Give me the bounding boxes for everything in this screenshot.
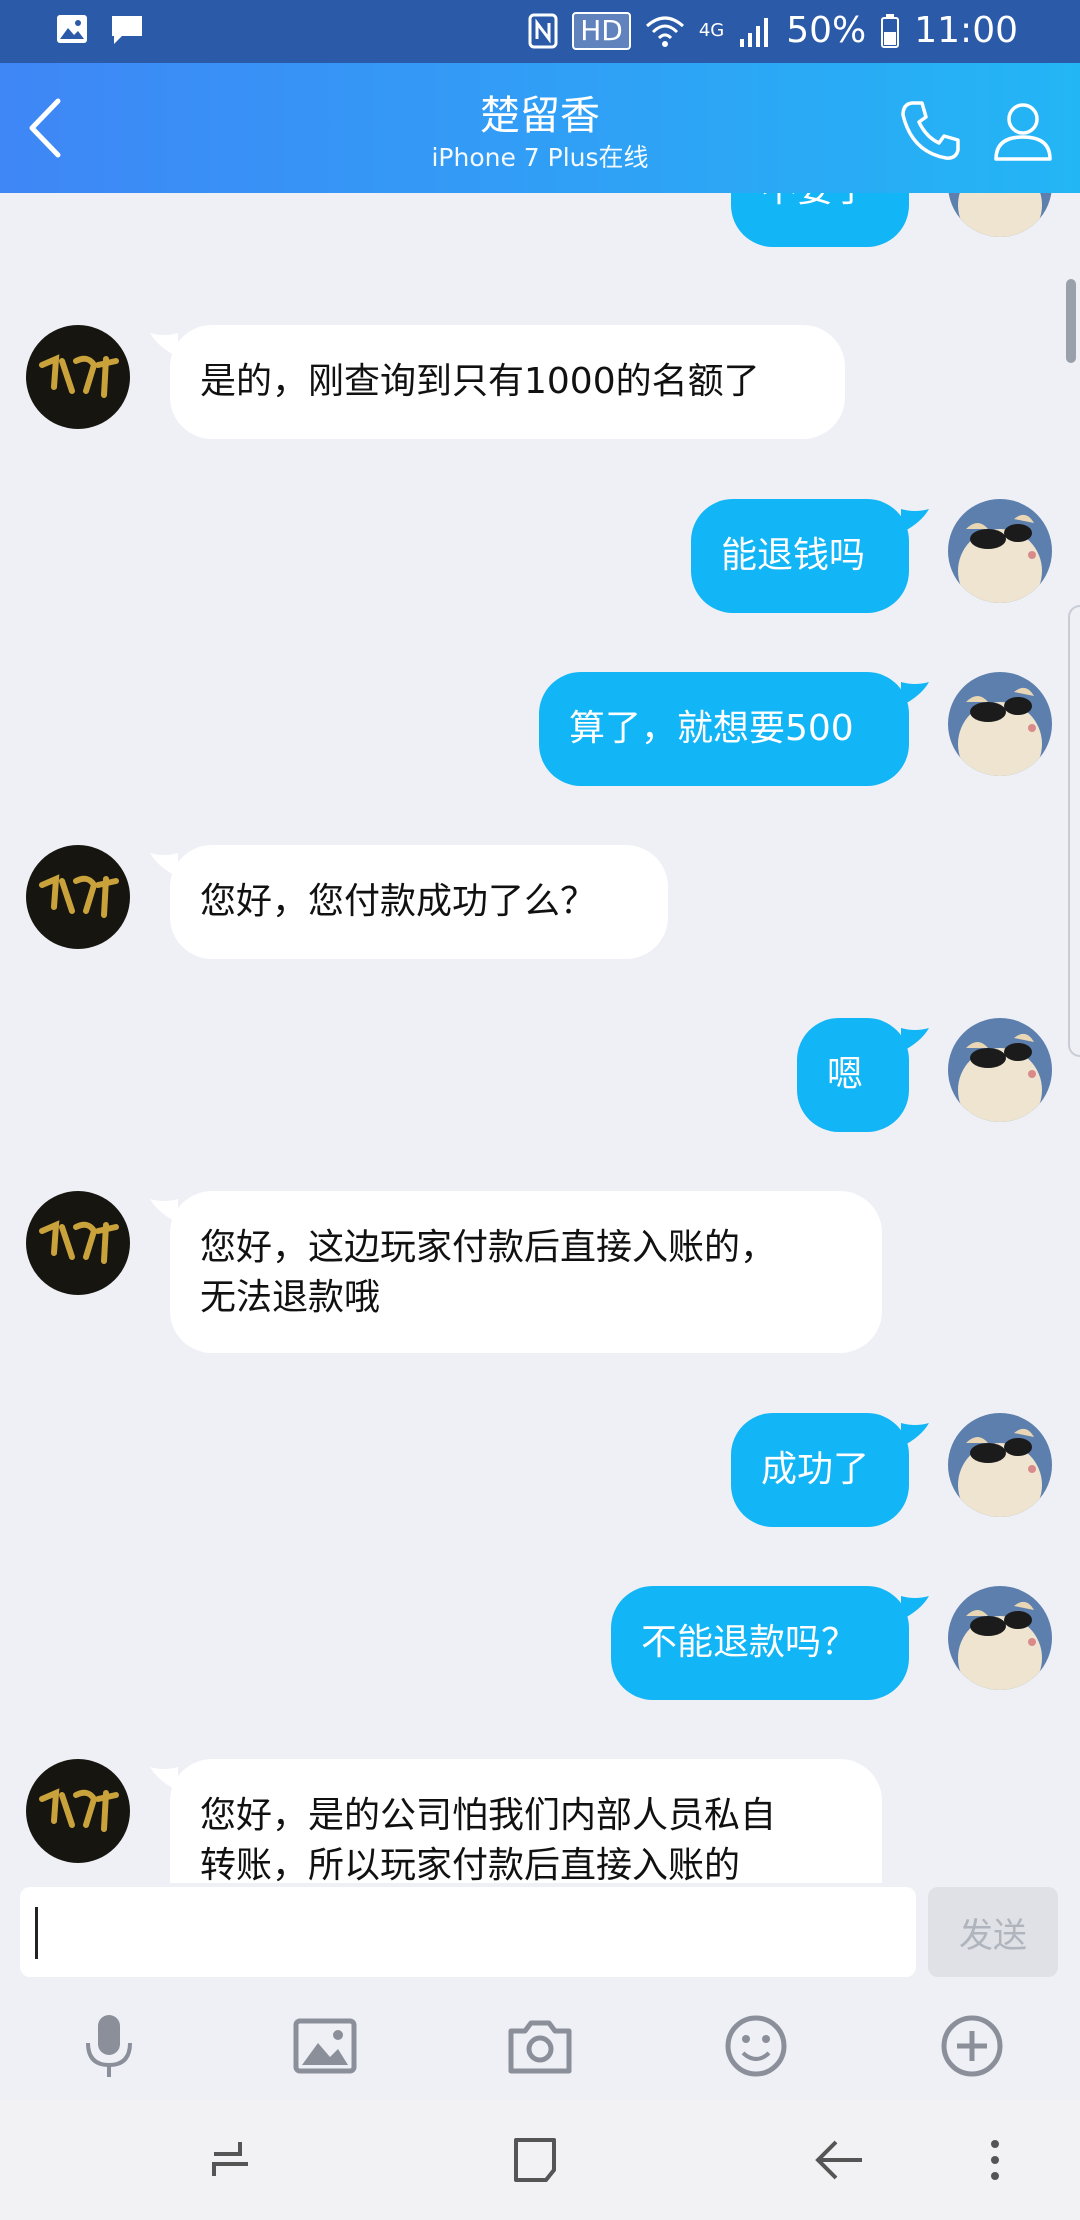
back-button[interactable] xyxy=(14,93,78,163)
emoji-icon xyxy=(725,2015,787,2077)
message-bubble[interactable]: 您好，这边玩家付款后直接入账的， 无法退款哦 xyxy=(170,1191,882,1353)
message-bubble[interactable]: 能退钱吗 xyxy=(691,499,909,613)
cat-avatar-icon xyxy=(948,499,1052,603)
more-button[interactable] xyxy=(937,2011,1007,2081)
image-icon xyxy=(293,2018,357,2074)
my-avatar[interactable] xyxy=(948,1018,1052,1122)
contact-avatar[interactable] xyxy=(26,1191,130,1295)
back-nav-button[interactable] xyxy=(812,2132,868,2188)
message-row-outgoing: 嗯 xyxy=(0,1018,1080,1138)
cat-avatar-icon xyxy=(948,672,1052,776)
clock: 11:00 xyxy=(914,10,1018,51)
send-button[interactable]: 发送 xyxy=(928,1887,1058,1977)
home-button[interactable] xyxy=(508,2132,564,2188)
message-row-incoming: 您好，您付款成功了么？ xyxy=(0,845,1080,965)
my-avatar[interactable] xyxy=(948,499,1052,603)
call-button[interactable] xyxy=(898,97,964,163)
my-avatar[interactable] xyxy=(948,1413,1052,1517)
profile-button[interactable] xyxy=(990,97,1056,163)
bubble-tail xyxy=(901,1028,929,1052)
nfc-icon xyxy=(528,13,558,48)
chat-header: 楚留香 iPhone 7 Plus在线 xyxy=(0,63,1080,193)
chuliuxiang-logo-icon xyxy=(26,845,130,949)
message-bubble[interactable]: 您好，您付款成功了么？ xyxy=(170,845,668,959)
network-type: 4G xyxy=(698,20,725,41)
status-notifications xyxy=(56,14,144,46)
bubble-tail xyxy=(901,1423,929,1447)
message-bubble[interactable]: 不要了 xyxy=(731,193,909,247)
message-bubble[interactable]: 成功了 xyxy=(731,1413,909,1527)
chat-message-list[interactable]: 不要了 是的，刚查询到只有1000的名额了 能退钱吗 xyxy=(0,193,1080,1883)
emoji-button[interactable] xyxy=(721,2011,791,2081)
person-icon xyxy=(994,103,1052,161)
online-status: iPhone 7 Plus在线 xyxy=(431,143,649,172)
gallery-icon xyxy=(57,15,87,43)
plus-icon xyxy=(941,2015,1003,2077)
text-caret xyxy=(35,1907,38,1959)
battery-icon xyxy=(881,13,900,48)
status-indicators: HD 4G 50% 11:00 xyxy=(528,10,1018,51)
message-icon xyxy=(112,16,142,44)
my-avatar[interactable] xyxy=(948,193,1052,237)
recents-icon xyxy=(212,2142,248,2176)
home-icon xyxy=(514,2138,556,2182)
recents-button[interactable] xyxy=(204,2132,260,2188)
camera-icon xyxy=(508,2020,572,2074)
camera-button[interactable] xyxy=(505,2011,575,2081)
message-row-incoming: 是的，刚查询到只有1000的名额了 xyxy=(0,325,1080,445)
message-row-incoming: 您好，这边玩家付款后直接入账的， 无法退款哦 xyxy=(0,1191,1080,1361)
hd-badge: HD xyxy=(572,11,631,50)
message-bubble[interactable]: 不能退款吗？ xyxy=(611,1586,909,1700)
battery-percent: 50% xyxy=(786,10,867,51)
voice-button[interactable] xyxy=(74,2011,144,2081)
cat-avatar-icon xyxy=(948,1018,1052,1122)
message-row-outgoing: 成功了 xyxy=(0,1413,1080,1533)
bubble-tail xyxy=(901,509,929,533)
message-bubble[interactable]: 是的，刚查询到只有1000的名额了 xyxy=(170,325,845,439)
signal-icon xyxy=(740,17,769,47)
chuliuxiang-logo-icon xyxy=(26,1191,130,1295)
message-row-outgoing: 不能退款吗？ xyxy=(0,1586,1080,1706)
message-row-outgoing: 能退钱吗 xyxy=(0,499,1080,619)
my-avatar[interactable] xyxy=(948,672,1052,776)
page-title: 楚留香 xyxy=(480,93,600,139)
cat-avatar-icon xyxy=(948,1586,1052,1690)
message-row-incoming: 您好，是的公司怕我们内部人员私自 转账，所以玩家付款后直接入账的 xyxy=(0,1759,1080,1883)
my-avatar[interactable] xyxy=(948,1586,1052,1690)
composer: 发送 xyxy=(0,1883,1080,2100)
message-input[interactable] xyxy=(20,1887,916,1977)
photo-button[interactable] xyxy=(290,2011,360,2081)
bubble-tail xyxy=(901,1596,929,1620)
cat-avatar-icon xyxy=(948,1413,1052,1517)
status-bar: HD 4G 50% 11:00 xyxy=(0,0,1080,63)
cat-avatar-icon xyxy=(948,193,1052,237)
contact-avatar[interactable] xyxy=(26,1759,130,1863)
message-bubble[interactable]: 您好，是的公司怕我们内部人员私自 转账，所以玩家付款后直接入账的 xyxy=(170,1759,882,1883)
system-nav-bar xyxy=(0,2100,1080,2220)
contact-avatar[interactable] xyxy=(26,845,130,949)
wifi-icon xyxy=(645,16,684,47)
message-bubble[interactable]: 算了，就想要500 xyxy=(539,672,909,786)
mic-icon xyxy=(86,2015,132,2077)
phone-icon xyxy=(901,101,960,160)
message-bubble[interactable]: 嗯 xyxy=(797,1018,909,1132)
bubble-tail xyxy=(901,682,929,706)
more-vertical-icon xyxy=(991,2140,999,2180)
chat-title-block: 楚留香 iPhone 7 Plus在线 xyxy=(240,91,840,173)
chevron-left-icon xyxy=(29,98,61,158)
chuliuxiang-logo-icon xyxy=(26,325,130,429)
chuliuxiang-logo-icon xyxy=(26,1759,130,1863)
message-row-outgoing: 不要了 xyxy=(0,193,1080,263)
message-row-outgoing: 算了，就想要500 xyxy=(0,672,1080,792)
contact-avatar[interactable] xyxy=(26,325,130,429)
nav-menu-button[interactable] xyxy=(980,2132,1010,2188)
back-arrow-icon xyxy=(815,2140,862,2180)
